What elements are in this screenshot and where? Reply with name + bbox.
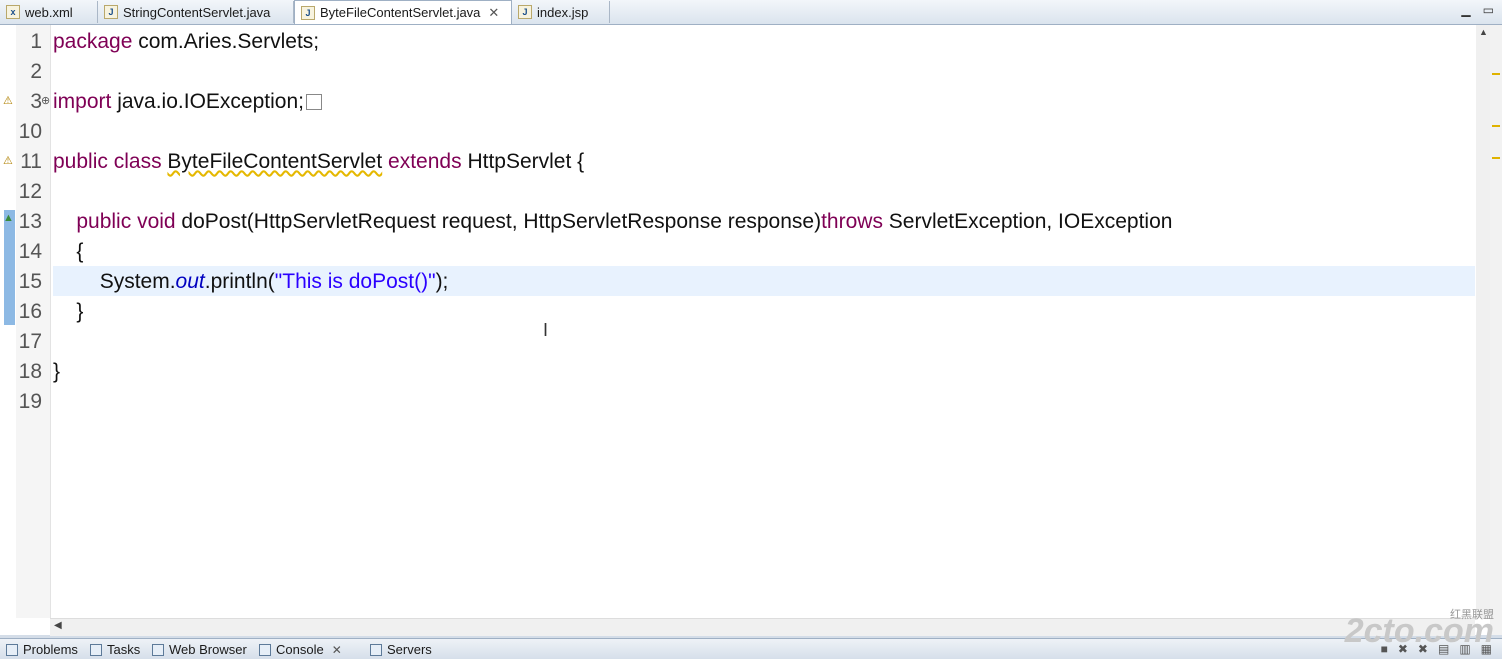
- tab-servers[interactable]: Servers: [370, 642, 432, 657]
- line-number: 1: [30, 30, 42, 53]
- xml-file-icon: x: [6, 5, 20, 19]
- code-line-15: System.out.println("This is doPost()");: [53, 267, 449, 297]
- close-icon[interactable]: ✕: [332, 643, 342, 657]
- globe-icon: [152, 643, 164, 656]
- string-literal: "This is doPost()": [274, 270, 436, 293]
- tab-label: Tasks: [107, 642, 141, 657]
- change-marker: [4, 210, 15, 325]
- scroll-left-icon[interactable]: ◀: [54, 620, 62, 631]
- keyword: throws: [821, 210, 883, 233]
- tab-byte-file-content-servlet[interactable]: J ByteFileContentServlet.java ✕: [294, 0, 512, 24]
- code-line-14: {: [53, 237, 83, 267]
- code-line-18: }: [53, 357, 60, 387]
- tasks-icon: [90, 643, 102, 656]
- console-icon: [259, 643, 271, 656]
- warning-icon: ⚠: [3, 155, 13, 167]
- tab-label: Servers: [387, 642, 432, 657]
- line-number: 15: [18, 270, 42, 293]
- code-text: HttpServlet {: [461, 150, 585, 173]
- line-number: 10: [18, 120, 42, 143]
- override-icon: ▲: [3, 212, 14, 224]
- scroll-up-icon[interactable]: ▲: [1479, 27, 1488, 37]
- code-text-area[interactable]: package com.Aries.Servlets; import java.…: [53, 25, 1475, 618]
- line-number: 17: [18, 330, 42, 353]
- tab-string-content-servlet[interactable]: J StringContentServlet.java: [98, 1, 294, 23]
- code-text: }: [76, 300, 84, 323]
- minimize-icon[interactable]: ▁: [1461, 3, 1470, 17]
- jsp-file-icon: J: [518, 5, 532, 19]
- warning-marker[interactable]: [1492, 125, 1500, 127]
- warning-marker[interactable]: [1492, 73, 1500, 75]
- code-editor[interactable]: ⚠ ⚠ ▲ 1 2 3 10 11 12 13 14 15 16 17 18 1…: [0, 25, 1490, 636]
- code-text: doPost(HttpServletRequest request, HttpS…: [175, 210, 822, 233]
- tab-label: ByteFileContentServlet.java: [320, 5, 481, 20]
- servers-icon: [370, 643, 382, 656]
- code-text: {: [76, 240, 84, 263]
- keyword: import: [53, 90, 112, 113]
- keyword: void: [137, 210, 176, 233]
- editor-tab-bar: x web.xml J StringContentServlet.java J …: [0, 0, 1502, 25]
- code-line-3: import java.io.IOException;: [53, 87, 322, 117]
- tab-label: Console: [276, 642, 324, 657]
- watermark-logo: 2cto.com 红黑联盟: [1345, 609, 1494, 651]
- watermark-subtext: 红黑联盟: [1450, 609, 1494, 621]
- code-text: java.io.IOException;: [111, 90, 304, 113]
- tab-index-jsp[interactable]: J index.jsp: [512, 1, 610, 23]
- folded-imports-box[interactable]: [305, 94, 322, 111]
- text-cursor-icon: I: [543, 320, 549, 340]
- tab-web-browser[interactable]: Web Browser: [152, 642, 247, 657]
- line-number: 2: [30, 60, 42, 83]
- tab-label: Problems: [23, 642, 78, 657]
- line-number: 19: [18, 390, 42, 413]
- maximize-icon[interactable]: ▭: [1483, 3, 1494, 17]
- code-line-16: }: [53, 297, 83, 327]
- problems-icon: [6, 643, 18, 656]
- code-text: ServletException, IOException: [882, 210, 1173, 233]
- java-file-icon: J: [104, 5, 118, 19]
- tab-label: web.xml: [25, 4, 73, 20]
- line-number: 12: [18, 180, 42, 203]
- close-icon[interactable]: ✕: [488, 5, 499, 21]
- keyword: public: [53, 150, 108, 173]
- expand-fold-icon[interactable]: ⊕: [41, 94, 50, 107]
- overview-ruler[interactable]: [1490, 25, 1502, 635]
- code-line-1: package com.Aries.Servlets;: [53, 27, 319, 57]
- annotation-ruler: [0, 25, 16, 635]
- warning-icon: ⚠: [3, 95, 13, 107]
- code-line-13: public void doPost(HttpServletRequest re…: [53, 207, 1172, 237]
- code-line-11: public class ByteFileContentServlet exte…: [53, 147, 584, 177]
- horizontal-scrollbar[interactable]: ◀: [50, 618, 1475, 636]
- tab-label: index.jsp: [537, 4, 589, 20]
- static-field: out: [175, 270, 205, 293]
- keyword: public: [76, 210, 132, 233]
- code-text: }: [53, 360, 61, 383]
- code-text: );: [435, 270, 449, 293]
- tab-web-xml[interactable]: x web.xml: [0, 1, 98, 23]
- class-name: ByteFileContentServlet: [167, 150, 383, 173]
- code-text: System.: [99, 270, 176, 293]
- tab-problems[interactable]: Problems: [6, 642, 78, 657]
- keyword: extends: [388, 150, 462, 173]
- line-number: 13: [18, 210, 42, 233]
- code-text: com.Aries.Servlets;: [132, 30, 320, 53]
- line-number-gutter: 1 2 3 10 11 12 13 14 15 16 17 18 19: [16, 25, 51, 618]
- code-text: .println(: [204, 270, 275, 293]
- bottom-view-tab-bar: Problems Tasks Web Browser Console ✕ Ser…: [0, 638, 1502, 659]
- tab-label: StringContentServlet.java: [123, 4, 271, 20]
- keyword: package: [53, 30, 133, 53]
- line-number: 14: [18, 240, 42, 263]
- warning-marker[interactable]: [1492, 157, 1500, 159]
- vertical-scrollbar[interactable]: ▲: [1476, 25, 1490, 618]
- tab-console[interactable]: Console ✕: [259, 642, 342, 657]
- tab-tasks[interactable]: Tasks: [90, 642, 140, 657]
- keyword: class: [113, 150, 162, 173]
- java-file-icon: J: [301, 5, 315, 20]
- line-number: 16: [18, 300, 42, 323]
- tab-label: Web Browser: [169, 642, 247, 657]
- line-number: 11: [20, 150, 42, 173]
- editor-window-controls: ▁ ▭: [1461, 3, 1494, 17]
- line-number: 18: [18, 360, 42, 383]
